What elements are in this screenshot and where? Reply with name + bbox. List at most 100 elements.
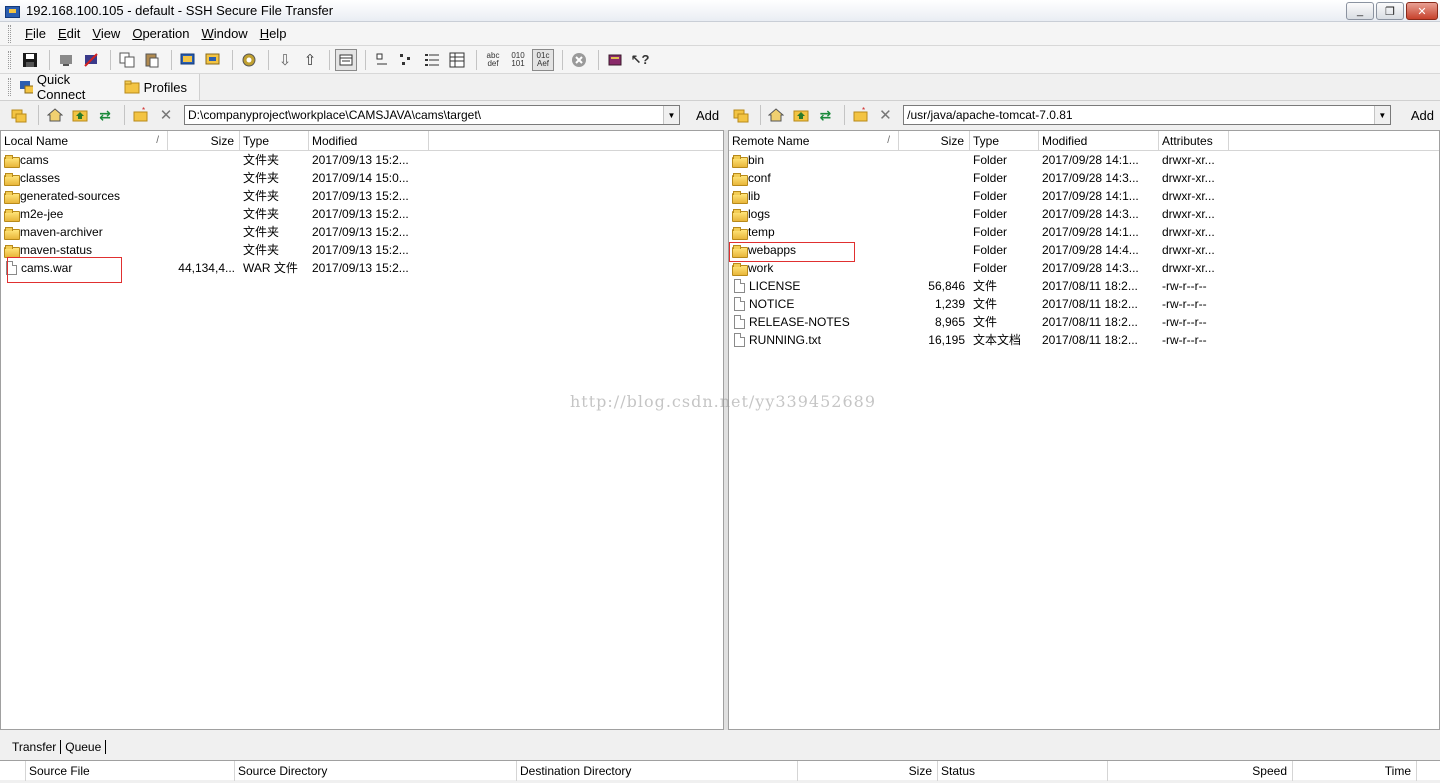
menu-edit[interactable]: Edit xyxy=(52,26,86,41)
quick-connect-button[interactable]: Quick Connect xyxy=(19,72,112,102)
file-name: cams xyxy=(20,153,49,167)
col-size[interactable]: Size xyxy=(798,761,938,781)
menu-window[interactable]: Window xyxy=(195,26,253,41)
sort-indicator-icon: / xyxy=(887,135,890,146)
menu-help[interactable]: Help xyxy=(254,26,293,41)
file-row[interactable]: NOTICE 1,239 文件 2017/08/11 18:2... -rw-r--r-… xyxy=(729,295,1439,313)
new-file-transfer-icon[interactable] xyxy=(202,49,224,71)
remote-refresh-icon[interactable]: ⇄ xyxy=(815,104,837,126)
col-remote-type[interactable]: Type xyxy=(970,131,1039,151)
file-row[interactable]: bin Folder 2017/09/28 14:1... drwxr-xr... xyxy=(729,151,1439,169)
col-remote-modified[interactable]: Modified xyxy=(1039,131,1159,151)
restore-button[interactable]: ❐ xyxy=(1376,2,1404,20)
profiles-button[interactable]: Profiles xyxy=(124,79,187,95)
remote-column-header: Remote Name / Size Type Modified Attribut… xyxy=(729,131,1439,151)
file-row[interactable]: cams 文件夹 2017/09/13 15:2... xyxy=(1,151,723,169)
col-remote-attributes[interactable]: Attributes xyxy=(1159,131,1229,151)
local-file-pane[interactable]: Local Name / Size Type Modified cams 文件夹 20… xyxy=(0,130,724,730)
remote-file-pane[interactable]: Remote Name / Size Type Modified Attribut… xyxy=(728,130,1440,730)
file-name-cell: maven-archiver xyxy=(1,223,168,241)
close-button[interactable]: ✕ xyxy=(1406,2,1438,20)
file-size-cell xyxy=(899,205,970,223)
col-remote-name[interactable]: Remote Name / xyxy=(729,131,899,151)
highlight-webapps xyxy=(729,242,855,262)
local-home-icon[interactable] xyxy=(44,104,66,126)
settings-icon[interactable] xyxy=(238,49,260,71)
local-delete-icon[interactable]: ✕ xyxy=(155,104,177,126)
minimize-button[interactable]: _ xyxy=(1346,2,1374,20)
col-time[interactable]: Time xyxy=(1293,761,1417,781)
download-icon[interactable]: ⇩ xyxy=(274,49,296,71)
remote-path-input[interactable]: /usr/java/apache-tomcat-7.0.81 ▼ xyxy=(903,105,1391,125)
paste-icon[interactable] xyxy=(141,49,163,71)
menu-view[interactable]: View xyxy=(86,26,126,41)
tab-transfer[interactable]: Transfer xyxy=(8,740,62,754)
tab-queue[interactable]: Queue xyxy=(61,740,107,754)
file-row[interactable]: m2e-jee 文件夹 2017/09/13 15:2... xyxy=(1,205,723,223)
file-row[interactable]: temp Folder 2017/09/28 14:1... drwxr-xr... xyxy=(729,223,1439,241)
file-row[interactable]: logs Folder 2017/09/28 14:3... drwxr-xr... xyxy=(729,205,1439,223)
file-row[interactable]: maven-archiver 文件夹 2017/09/13 15:2... xyxy=(1,223,723,241)
help-book-icon[interactable] xyxy=(604,49,626,71)
remote-add-button[interactable]: Add xyxy=(1405,108,1440,123)
file-row[interactable]: LICENSE 56,846 文件 2017/08/11 18:2... -rw-r--… xyxy=(729,277,1439,295)
file-row[interactable]: lib Folder 2017/09/28 14:1... drwxr-xr... xyxy=(729,187,1439,205)
col-destination-directory[interactable]: Destination Directory xyxy=(517,761,798,781)
file-type-cell: 文件 xyxy=(973,279,998,293)
auto-icon[interactable]: 01c Aef xyxy=(532,48,554,71)
file-row[interactable]: RUNNING.txt 16,195 文本文档 2017/08/11 18:2... -… xyxy=(729,331,1439,349)
menu-file[interactable]: File xyxy=(19,26,52,41)
file-name-cell: LICENSE xyxy=(729,277,899,295)
file-row[interactable]: conf Folder 2017/09/28 14:3... drwxr-xr... xyxy=(729,169,1439,187)
local-folders-icon[interactable] xyxy=(8,104,30,126)
remote-folders-icon[interactable] xyxy=(730,104,752,126)
whats-this-icon[interactable]: ↖? xyxy=(629,49,651,71)
remote-path-dropdown[interactable]: ▼ xyxy=(1373,106,1390,124)
menu-operation[interactable]: Operation xyxy=(126,26,195,41)
small-icons-icon[interactable] xyxy=(396,49,418,71)
local-path-input[interactable]: D:\companyproject\workplace\CAMSJAVA\cam… xyxy=(184,105,680,125)
file-name-cell: lib xyxy=(729,187,899,205)
new-terminal-icon[interactable] xyxy=(177,49,199,71)
local-add-button[interactable]: Add xyxy=(690,108,725,123)
col-local-name[interactable]: Local Name / xyxy=(1,131,168,151)
folder-icon xyxy=(4,172,20,186)
remote-new-folder-icon[interactable]: * xyxy=(850,104,872,126)
col-local-type[interactable]: Type xyxy=(240,131,309,151)
list-icon[interactable] xyxy=(421,49,443,71)
upload-icon[interactable]: ⇧ xyxy=(299,49,321,71)
local-refresh-icon[interactable]: ⇄ xyxy=(94,104,116,126)
connect-icon[interactable] xyxy=(55,49,77,71)
folder-icon xyxy=(732,172,748,186)
remote-up-folder-icon[interactable] xyxy=(790,104,812,126)
view-icon[interactable] xyxy=(335,48,357,71)
col-local-size[interactable]: Size xyxy=(168,131,240,151)
local-path-dropdown[interactable]: ▼ xyxy=(663,106,679,124)
file-attributes-cell: drwxr-xr... xyxy=(1162,171,1215,185)
file-name: RUNNING.txt xyxy=(749,333,821,347)
col-source-file[interactable]: Source File xyxy=(26,761,235,781)
col-speed[interactable]: Speed xyxy=(1108,761,1293,781)
col-local-modified[interactable]: Modified xyxy=(309,131,429,151)
file-row[interactable]: RELEASE-NOTES 8,965 文件 2017/08/11 18:2... -r… xyxy=(729,313,1439,331)
file-row[interactable]: classes 文件夹 2017/09/14 15:0... xyxy=(1,169,723,187)
disconnect-icon[interactable] xyxy=(80,49,102,71)
remote-home-icon[interactable] xyxy=(766,104,788,126)
local-new-folder-icon[interactable]: * xyxy=(130,104,152,126)
col-source-directory[interactable]: Source Directory xyxy=(235,761,517,781)
remote-delete-icon[interactable]: ✕ xyxy=(875,104,897,126)
col-remote-size[interactable]: Size xyxy=(899,131,970,151)
details-icon[interactable] xyxy=(446,49,468,71)
large-icons-icon[interactable] xyxy=(371,49,393,71)
binary-icon[interactable]: 010 101 xyxy=(507,49,529,71)
copy-icon[interactable] xyxy=(116,49,138,71)
col-status[interactable]: Status xyxy=(938,761,1108,781)
file-modified-cell: 2017/09/28 14:3... xyxy=(1042,207,1139,221)
save-icon[interactable] xyxy=(19,49,41,71)
file-row[interactable]: generated-sources 文件夹 2017/09/13 15:2... xyxy=(1,187,723,205)
local-up-folder-icon[interactable] xyxy=(69,104,91,126)
file-modified-cell: 2017/08/11 18:2... xyxy=(1042,315,1138,329)
file-name-cell: logs xyxy=(729,205,899,223)
stop-icon[interactable] xyxy=(568,49,590,71)
ascii-icon[interactable]: abc def xyxy=(482,49,504,71)
